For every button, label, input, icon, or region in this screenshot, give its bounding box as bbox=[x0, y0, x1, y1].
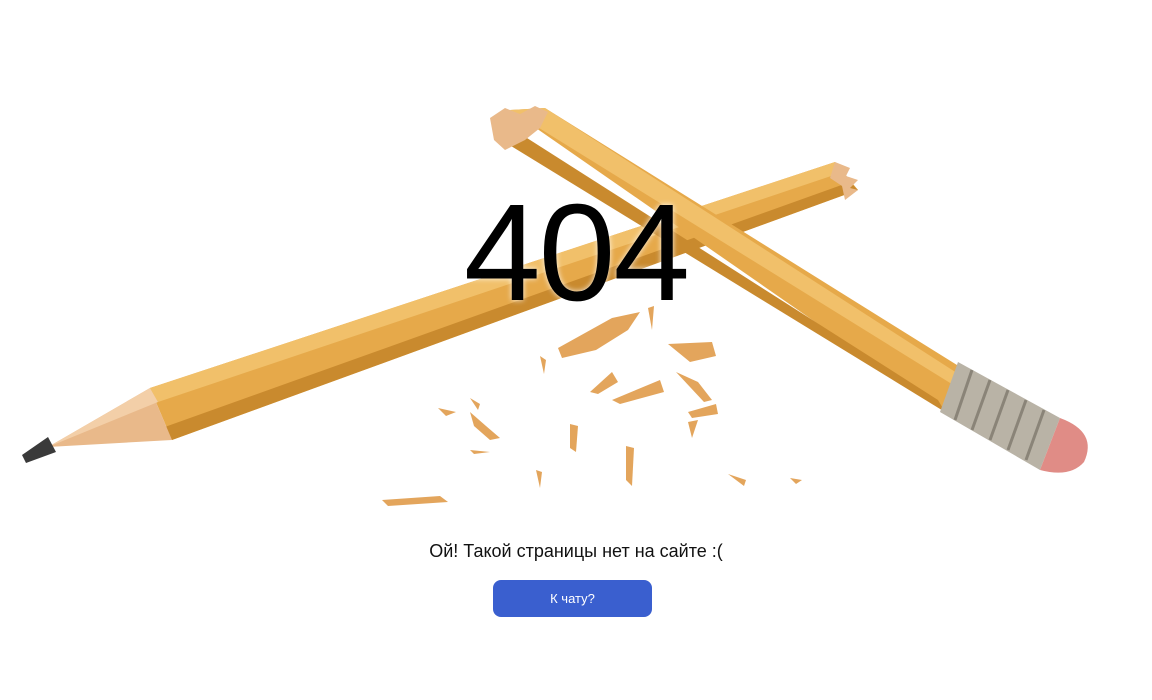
to-chat-button[interactable]: К чату? bbox=[493, 580, 652, 617]
error-message: Ой! Такой страницы нет на сайте :( bbox=[429, 541, 723, 561]
error-page: 404 Ой! Такой страницы нет на сайте :( К… bbox=[0, 0, 1152, 700]
error-code: 404 bbox=[463, 176, 690, 330]
